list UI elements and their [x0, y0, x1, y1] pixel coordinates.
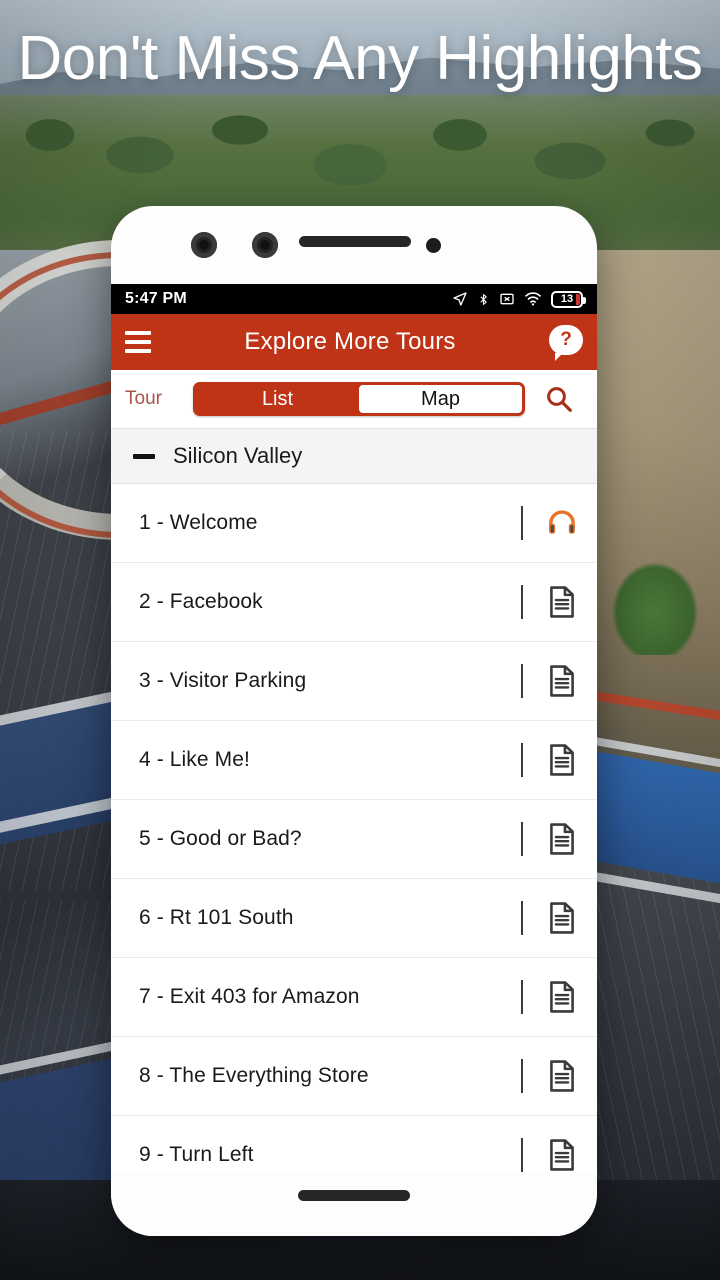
document-icon[interactable] [545, 665, 579, 697]
document-icon[interactable] [545, 823, 579, 855]
tour-stop-row[interactable]: 6 - Rt 101 South [111, 879, 597, 958]
tour-stop-row[interactable]: 1 - Welcome [111, 484, 597, 563]
help-glyph: ? [549, 325, 583, 361]
tour-label: Tour [125, 388, 162, 409]
promo-headline: Don't Miss Any Highlights [17, 24, 703, 93]
tour-stop-list: 1 - Welcome 2 - Facebook 3 - Visitor Par… [111, 484, 597, 1172]
tour-stop-title: 7 - Exit 403 for Amazon [139, 985, 360, 1008]
tour-stop-row[interactable]: 3 - Visitor Parking [111, 642, 597, 721]
bluetooth-icon [480, 293, 487, 305]
battery-level: 13 [560, 292, 574, 305]
help-bubble-icon[interactable]: ? [549, 325, 583, 361]
row-divider [521, 980, 523, 1014]
headphones-icon[interactable] [545, 507, 579, 539]
document-icon[interactable] [545, 1060, 579, 1092]
location-arrow-icon [453, 292, 467, 306]
row-divider [521, 1138, 523, 1172]
row-divider [521, 664, 523, 698]
minus-collapse-icon[interactable] [133, 453, 155, 459]
page-title: Explore More Tours [244, 328, 456, 355]
tour-stop-title: 2 - Facebook [139, 590, 263, 613]
headphones-icon [549, 510, 575, 534]
tour-stop-row[interactable]: 2 - Facebook [111, 563, 597, 642]
tab-map[interactable]: Map [359, 385, 522, 413]
row-divider [521, 585, 523, 619]
row-divider [521, 901, 523, 935]
document-icon [550, 981, 574, 1013]
document-icon[interactable] [545, 981, 579, 1013]
tour-stop-row[interactable]: 5 - Good or Bad? [111, 800, 597, 879]
no-sim-icon [500, 293, 514, 305]
document-icon[interactable] [545, 1139, 579, 1171]
document-icon[interactable] [545, 586, 579, 618]
phone-mockup: 5:47 PM 13 Explore More Tours ? Tour Lis… [111, 206, 597, 1236]
tour-stop-row[interactable]: 9 - Turn Left [111, 1116, 597, 1172]
app-bar: Explore More Tours ? [111, 314, 597, 370]
document-icon [550, 1139, 574, 1171]
document-icon [550, 586, 574, 618]
phone-bottom-bezel [111, 1172, 597, 1236]
row-divider [521, 1059, 523, 1093]
list-map-toggle[interactable]: List Map [193, 382, 525, 416]
camera-lens-icon [191, 232, 217, 258]
row-divider [521, 822, 523, 856]
status-icons: 13 [452, 290, 586, 308]
battery-indicator: 13 [551, 290, 586, 308]
hamburger-menu-icon[interactable] [125, 331, 151, 353]
row-divider [521, 506, 523, 540]
tour-stop-row[interactable]: 7 - Exit 403 for Amazon [111, 958, 597, 1037]
tour-stop-title: 8 - The Everything Store [139, 1064, 369, 1087]
camera-lens-icon [252, 232, 278, 258]
document-icon[interactable] [545, 902, 579, 934]
speaker-grille-icon [299, 236, 411, 247]
tour-stop-row[interactable]: 8 - The Everything Store [111, 1037, 597, 1116]
document-icon[interactable] [545, 744, 579, 776]
document-icon [550, 1060, 574, 1092]
tour-stop-title: 6 - Rt 101 South [139, 906, 294, 929]
proximity-sensor-icon [426, 238, 441, 253]
status-time: 5:47 PM [125, 290, 187, 307]
phone-screen: 5:47 PM 13 Explore More Tours ? Tour Lis… [111, 284, 597, 1172]
battery-low-fill [576, 293, 580, 305]
search-icon[interactable] [535, 384, 583, 414]
tab-list[interactable]: List [196, 385, 359, 413]
status-bar: 5:47 PM 13 [111, 284, 597, 314]
tour-stop-title: 5 - Good or Bad? [139, 827, 302, 850]
speaker-grille-icon [298, 1190, 410, 1201]
segment-row: Tour List Map [111, 370, 597, 428]
document-icon [550, 823, 574, 855]
tour-stop-title: 1 - Welcome [139, 511, 258, 534]
wifi-icon [525, 292, 541, 306]
tour-stop-title: 9 - Turn Left [139, 1143, 254, 1166]
row-divider [521, 743, 523, 777]
tour-stop-title: 3 - Visitor Parking [139, 669, 307, 692]
group-header-silicon-valley[interactable]: Silicon Valley [111, 428, 597, 484]
tour-stop-title: 4 - Like Me! [139, 748, 250, 771]
phone-top-bezel [111, 206, 597, 284]
group-title: Silicon Valley [173, 443, 303, 468]
document-icon [550, 744, 574, 776]
document-icon [550, 665, 574, 697]
document-icon [550, 902, 574, 934]
tour-stop-row[interactable]: 4 - Like Me! [111, 721, 597, 800]
